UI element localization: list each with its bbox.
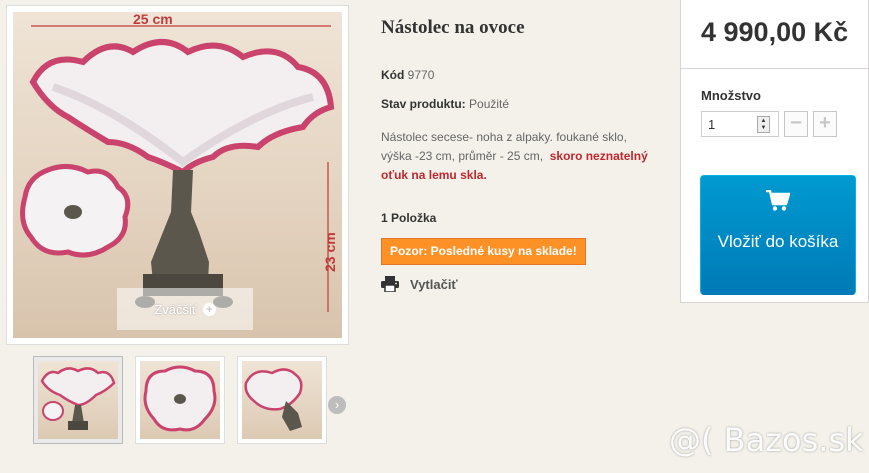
thumbnail-photo <box>242 361 322 439</box>
dimension-width: 25 cm <box>133 12 173 27</box>
thumbnail-1[interactable] <box>33 356 123 444</box>
zoom-label: Zväčšiť <box>154 301 197 317</box>
condition-label: Stav produktu: <box>381 97 466 111</box>
last-items-warning: Pozor: Posledné kusy na sklade! <box>381 238 586 265</box>
product-title: Nástolec na ovoce <box>381 17 525 38</box>
cart-icon <box>766 190 790 211</box>
code-value: 9770 <box>407 68 435 82</box>
spinner-up-icon[interactable]: ▲ <box>761 118 767 124</box>
thumbnail-strip <box>33 356 327 444</box>
product-price: 4 990,00 Kč <box>681 0 868 69</box>
product-code: Kód 9770 <box>381 68 434 82</box>
bazos-watermark: @( Bazos.sk <box>669 421 864 459</box>
code-label: Kód <box>381 68 405 82</box>
quantity-spinner[interactable]: ▲ ▼ <box>757 116 770 133</box>
thumbnail-2[interactable] <box>135 356 225 444</box>
add-to-cart-label: Vložiť do košíka <box>717 232 839 251</box>
print-icon <box>381 276 399 292</box>
condition-value: Použité <box>469 97 510 111</box>
chevron-right-icon[interactable]: › <box>328 396 346 414</box>
product-photo: 25 cm 23 cm Zväčšiť + <box>13 12 342 338</box>
product-condition: Stav produktu: Použité <box>381 97 509 111</box>
buy-box: 4 990,00 Kč Množstvo ▲ ▼ − + Vložiť do k… <box>680 0 869 303</box>
add-to-cart-button[interactable]: Vložiť do košíka <box>700 175 856 295</box>
thumbnail-photo <box>140 361 220 439</box>
thumbnail-3[interactable] <box>237 356 327 444</box>
print-label: Vytlačiť <box>410 276 458 292</box>
quantity-minus-button[interactable]: − <box>784 111 808 137</box>
print-button[interactable]: Vytlačiť <box>381 276 458 292</box>
spinner-down-icon[interactable]: ▼ <box>761 125 767 131</box>
product-description: Nástolec secese- noha z alpaky. foukané … <box>381 128 651 185</box>
zoom-plus-icon: + <box>202 302 216 316</box>
quantity-available: 1 Položka <box>381 211 437 225</box>
quantity-plus-button[interactable]: + <box>813 111 837 137</box>
thumbnail-photo <box>38 361 118 439</box>
main-product-image[interactable]: 25 cm 23 cm Zväčšiť + <box>6 5 349 345</box>
dimension-height: 23 cm <box>322 232 338 272</box>
quantity-label: Množstvo <box>701 88 761 103</box>
zoom-button[interactable]: Zväčšiť + <box>117 288 253 330</box>
